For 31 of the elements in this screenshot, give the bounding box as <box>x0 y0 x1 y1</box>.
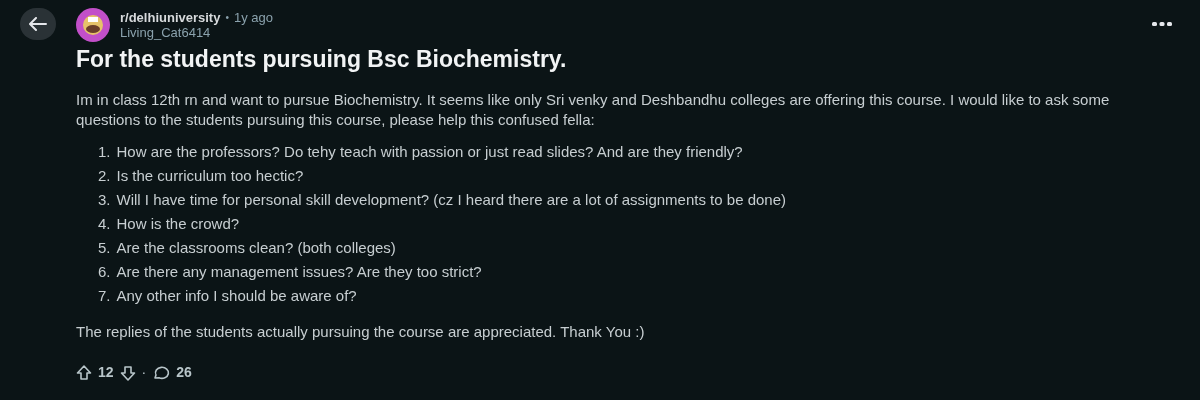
separator-dot: · <box>141 363 147 382</box>
list-number: 1. <box>98 142 111 162</box>
upvote-icon[interactable] <box>76 364 92 381</box>
post-intro: Im in class 12th rn and want to pursue Biochemistry. It seems like only Sri venky and Deshbandhu colleges are offering this course. I would like to ask some questions to the students pursuing this course, please help this confused fella: <box>76 90 1111 130</box>
question-text: Any other info I should be aware of? <box>116 286 357 306</box>
author-name[interactable]: Living_Cat6414 <box>120 24 211 40</box>
back-arrow-icon <box>29 17 47 31</box>
comment-count: 26 <box>176 363 192 382</box>
list-number: 2. <box>98 166 111 186</box>
list-number: 5. <box>98 238 111 258</box>
downvote-icon[interactable] <box>119 364 136 381</box>
question-text: Will I have time for personal skill development? (cz I heard there are a lot of assignments to be done) <box>116 190 786 210</box>
back-button[interactable] <box>20 8 56 40</box>
question-text: How are the professors? Do tehy teach with passion or just read slides? And are they friendly? <box>116 142 743 162</box>
avatar-icon <box>76 8 110 42</box>
question-text: How is the crowd? <box>116 214 240 234</box>
list-number: 6. <box>98 262 111 282</box>
post-age: 1y ago <box>233 10 273 25</box>
question-text: Is the curriculum too hectic? <box>116 166 304 186</box>
separator-dot: • <box>225 10 229 25</box>
list-number: 7. <box>98 286 111 306</box>
post-outro: The replies of the students actually pursuing the course are appreciated. Thank You :) <box>76 322 646 342</box>
list-number: 3. <box>98 190 111 210</box>
more-options-icon[interactable] <box>1152 22 1172 27</box>
subreddit-name[interactable]: r/delhiuniversity <box>120 10 221 25</box>
vote-count: 12 <box>98 363 114 382</box>
comment-icon[interactable] <box>152 364 171 381</box>
post-title: For the students pursuing Bsc Biochemistry. <box>76 45 568 74</box>
question-text: Are the classrooms clean? (both colleges) <box>116 238 396 258</box>
question-text: Are there any management issues? Are they too strict? <box>116 262 482 282</box>
list-number: 4. <box>98 214 111 234</box>
